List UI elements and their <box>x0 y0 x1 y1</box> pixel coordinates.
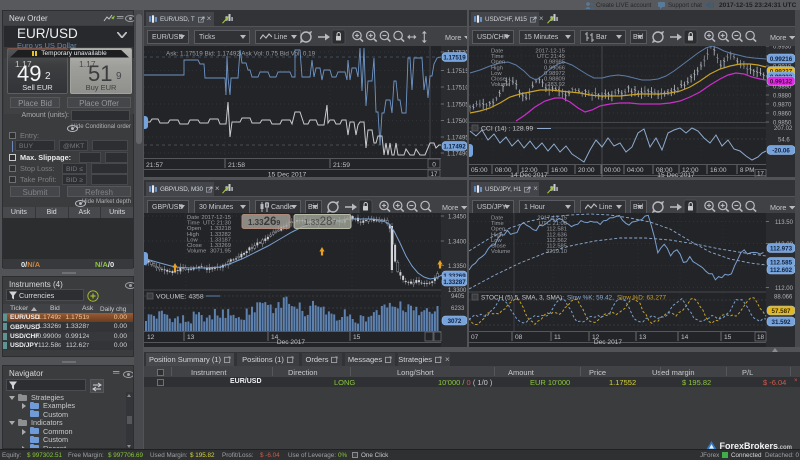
svg-text:11: 11 <box>554 334 561 341</box>
svg-text:9405: 9405 <box>451 294 465 300</box>
svg-text:00:00: 00:00 <box>604 167 621 174</box>
svg-text:Slow %D: 63.277: Slow %D: 63.277 <box>617 295 666 302</box>
svg-text:16:00: 16:00 <box>551 167 568 174</box>
svg-text:12: 12 <box>147 334 155 341</box>
svg-text:17: 17 <box>757 172 764 178</box>
svg-text:08: 08 <box>515 334 523 341</box>
svg-text:0.9860: 0.9860 <box>773 111 792 117</box>
svg-text:31.592: 31.592 <box>772 319 791 326</box>
svg-text:CCI (14) : 128.99: CCI (14) : 128.99 <box>481 126 533 133</box>
svg-text:20:00: 20:00 <box>578 167 595 174</box>
svg-text:1.17490: 1.17490 <box>447 151 467 157</box>
svg-text:0.99132: 0.99132 <box>770 78 793 85</box>
svg-text:1.17492: 1.17492 <box>443 143 466 150</box>
svg-text:05:00: 05:00 <box>471 167 488 174</box>
svg-text:0: 0 <box>432 162 436 169</box>
svg-text:Dec 2017: Dec 2017 <box>277 339 306 346</box>
svg-text:3072: 3072 <box>448 318 462 325</box>
svg-text:More: More <box>445 33 461 42</box>
svg-text:1.17500: 1.17500 <box>447 119 467 125</box>
svg-text:16:00: 16:00 <box>710 167 727 174</box>
svg-text:1.3350: 1.3350 <box>448 264 467 270</box>
svg-text:17: 17 <box>431 171 438 177</box>
svg-text:0.9870: 0.9870 <box>773 102 792 108</box>
svg-text:15: 15 <box>353 334 361 341</box>
svg-text:Volume: Volume <box>187 249 206 255</box>
svg-text:283.92: 283.92 <box>547 82 565 88</box>
svg-text:1.17495: 1.17495 <box>447 135 467 141</box>
svg-text:04:00: 04:00 <box>627 167 644 174</box>
svg-text:More: More <box>442 203 458 212</box>
svg-text:Volume: Volume <box>491 82 510 88</box>
svg-text:1.17515: 1.17515 <box>447 69 467 75</box>
svg-text:13: 13 <box>187 334 195 341</box>
svg-text:21:59: 21:59 <box>333 162 350 169</box>
svg-text:112.973: 112.973 <box>770 245 793 252</box>
svg-text:112.00: 112.00 <box>775 286 794 292</box>
svg-text:3071.95: 3071.95 <box>210 249 231 255</box>
svg-text:207.02: 207.02 <box>774 126 793 132</box>
svg-text:14 Dec 2017: 14 Dec 2017 <box>510 172 548 177</box>
svg-text:88.066: 88.066 <box>774 295 793 301</box>
svg-text:21:57: 21:57 <box>146 162 163 169</box>
svg-text:15 Dec 2017: 15 Dec 2017 <box>657 172 695 177</box>
svg-text:1.33287: 1.33287 <box>304 216 336 228</box>
svg-text:-20.06: -20.06 <box>772 147 790 154</box>
svg-text:0.99216: 0.99216 <box>770 56 793 63</box>
svg-text:21:58: 21:58 <box>228 162 245 169</box>
svg-text:113.50: 113.50 <box>775 220 794 226</box>
svg-text:0.9880: 0.9880 <box>773 93 792 99</box>
svg-text:More: More <box>770 203 786 212</box>
svg-text:57.587: 57.587 <box>772 308 791 315</box>
svg-text:14: 14 <box>681 334 689 341</box>
svg-text:07: 07 <box>471 334 479 341</box>
svg-text:54.6: 54.6 <box>778 138 790 144</box>
svg-text:1.33269: 1.33269 <box>248 216 280 228</box>
svg-text:1.3450: 1.3450 <box>448 214 467 220</box>
svg-text:13: 13 <box>639 334 647 341</box>
svg-text:15: 15 <box>724 334 732 341</box>
svg-text:1.17519: 1.17519 <box>443 54 466 61</box>
svg-text:1.17505: 1.17505 <box>447 102 467 108</box>
svg-text:18: 18 <box>757 334 765 341</box>
svg-text:1.3400: 1.3400 <box>448 239 467 245</box>
svg-text:6233: 6233 <box>451 306 465 312</box>
svg-text:8 PM: 8 PM <box>740 167 754 174</box>
svg-text:0.9930: 0.9930 <box>773 46 792 50</box>
svg-text:112.602: 112.602 <box>770 267 793 274</box>
svg-text:08:00: 08:00 <box>495 167 512 174</box>
svg-text:Dec 2017: Dec 2017 <box>594 339 623 346</box>
svg-text:Slow %K: 59.42,: Slow %K: 59.42, <box>567 295 614 302</box>
svg-text:3219.10: 3219.10 <box>546 249 567 255</box>
svg-text:More: More <box>770 33 786 42</box>
svg-text:Ask: 1.17519 Bid: 1.17492 As: Ask: 1.17519 Bid: 1.17492 Ask Vol: 0.75 … <box>166 51 316 58</box>
svg-text:Volume: Volume <box>491 249 510 255</box>
svg-text:VOLUME: 4358: VOLUME: 4358 <box>156 294 204 301</box>
svg-text:1.17510: 1.17510 <box>447 85 467 91</box>
svg-text:STOCH (5) 5, SMA, 3, SMA):: STOCH (5) 5, SMA, 3, SMA): <box>481 295 564 302</box>
svg-text:15 Dec 2017: 15 Dec 2017 <box>268 172 307 178</box>
svg-text:1.33287: 1.33287 <box>443 279 466 286</box>
